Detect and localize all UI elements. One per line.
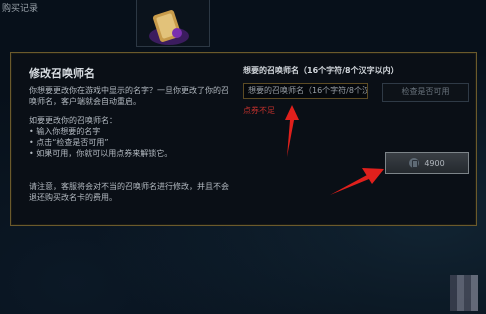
arrow-to-purchase-button (330, 168, 384, 195)
arrow-to-name-input (285, 105, 299, 157)
annotation-arrows (285, 105, 384, 195)
watermark-mosaic (450, 275, 478, 311)
